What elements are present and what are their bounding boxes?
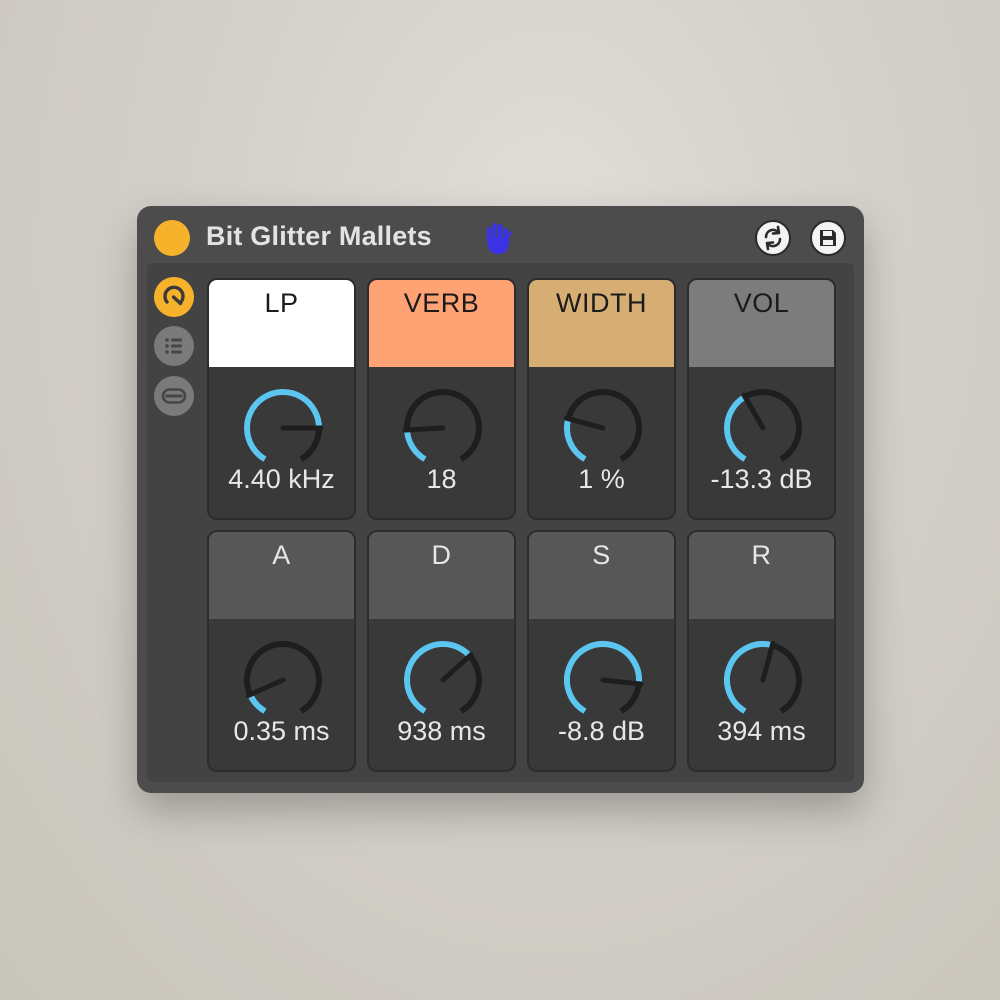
macro-view-button[interactable] [153, 276, 195, 318]
macro-value: 18 [426, 464, 457, 494]
macro-card: VERB 18 [367, 278, 516, 520]
knob-needle [440, 652, 474, 683]
macro-label: WIDTH [556, 288, 647, 318]
macro-header[interactable]: D [369, 532, 514, 619]
macro-card: WIDTH 1 % [527, 278, 676, 520]
macro-knob[interactable] [561, 386, 645, 470]
minimize-icon [154, 376, 194, 416]
minimize-button[interactable] [153, 375, 195, 417]
macro-label: LP [264, 288, 299, 318]
macro-knob[interactable] [561, 638, 645, 722]
device-panel: Bit Glitter Mallets LP 4.40 kHz VERB 18 … [137, 206, 864, 793]
macro-card: S -8.8 dB [527, 530, 676, 772]
macro-label: R [751, 540, 772, 570]
macro-value: 394 ms [717, 716, 806, 746]
macro-value: 0.35 ms [233, 716, 330, 746]
hand-icon [487, 223, 513, 254]
macro-label: VOL [733, 288, 790, 318]
macro-knob-icon [154, 277, 194, 317]
macro-label: A [272, 540, 291, 570]
macro-knob[interactable] [721, 638, 805, 722]
list-icon [154, 326, 194, 366]
knob-needle [600, 677, 644, 687]
knob-needle [245, 677, 286, 698]
macro-header[interactable]: A [209, 532, 354, 619]
knob-needle [760, 640, 776, 683]
macro-card: D 938 ms [367, 530, 516, 772]
macro-knob[interactable] [401, 386, 485, 470]
save-button[interactable] [810, 220, 846, 256]
knob-value-arc [404, 429, 427, 462]
macro-knob[interactable] [401, 638, 485, 722]
macro-knob[interactable] [721, 386, 805, 470]
macro-header[interactable]: VERB [369, 280, 514, 367]
macro-knob[interactable] [241, 638, 325, 722]
knob-value-arc [404, 641, 472, 714]
macro-card: LP 4.40 kHz [207, 278, 356, 520]
knob-value-arc [247, 693, 267, 714]
power-toggle-button[interactable] [154, 220, 190, 256]
macro-header[interactable]: LP [209, 280, 354, 367]
macro-header[interactable]: S [529, 532, 674, 619]
macro-card: VOL -13.3 dB [687, 278, 836, 520]
list-view-button[interactable] [153, 325, 195, 367]
device-titlebar: Bit Glitter Mallets [137, 206, 864, 268]
macro-label: D [431, 540, 452, 570]
save-icon [820, 230, 836, 246]
macro-header[interactable]: R [689, 532, 834, 619]
knob-needle [563, 415, 606, 431]
knob-needle [741, 392, 766, 431]
knob-value-arc [724, 394, 747, 462]
macro-label: S [592, 540, 611, 570]
macro-value: 1 % [578, 464, 625, 494]
macro-header[interactable]: VOL [689, 280, 834, 367]
macro-label: VERB [403, 288, 480, 318]
macro-card: A 0.35 ms [207, 530, 356, 772]
macro-value: 938 ms [397, 716, 486, 746]
refresh-icon [764, 225, 782, 251]
macro-value: -8.8 dB [557, 716, 646, 746]
macro-header[interactable]: WIDTH [529, 280, 674, 367]
macro-value: -13.3 dB [710, 464, 813, 494]
device-title: Bit Glitter Mallets [206, 221, 432, 251]
refresh-button[interactable] [755, 220, 791, 256]
macro-card: R 394 ms [687, 530, 836, 772]
macro-value: 4.40 kHz [228, 464, 335, 494]
knob-needle [402, 425, 446, 433]
macro-knob[interactable] [241, 386, 325, 470]
